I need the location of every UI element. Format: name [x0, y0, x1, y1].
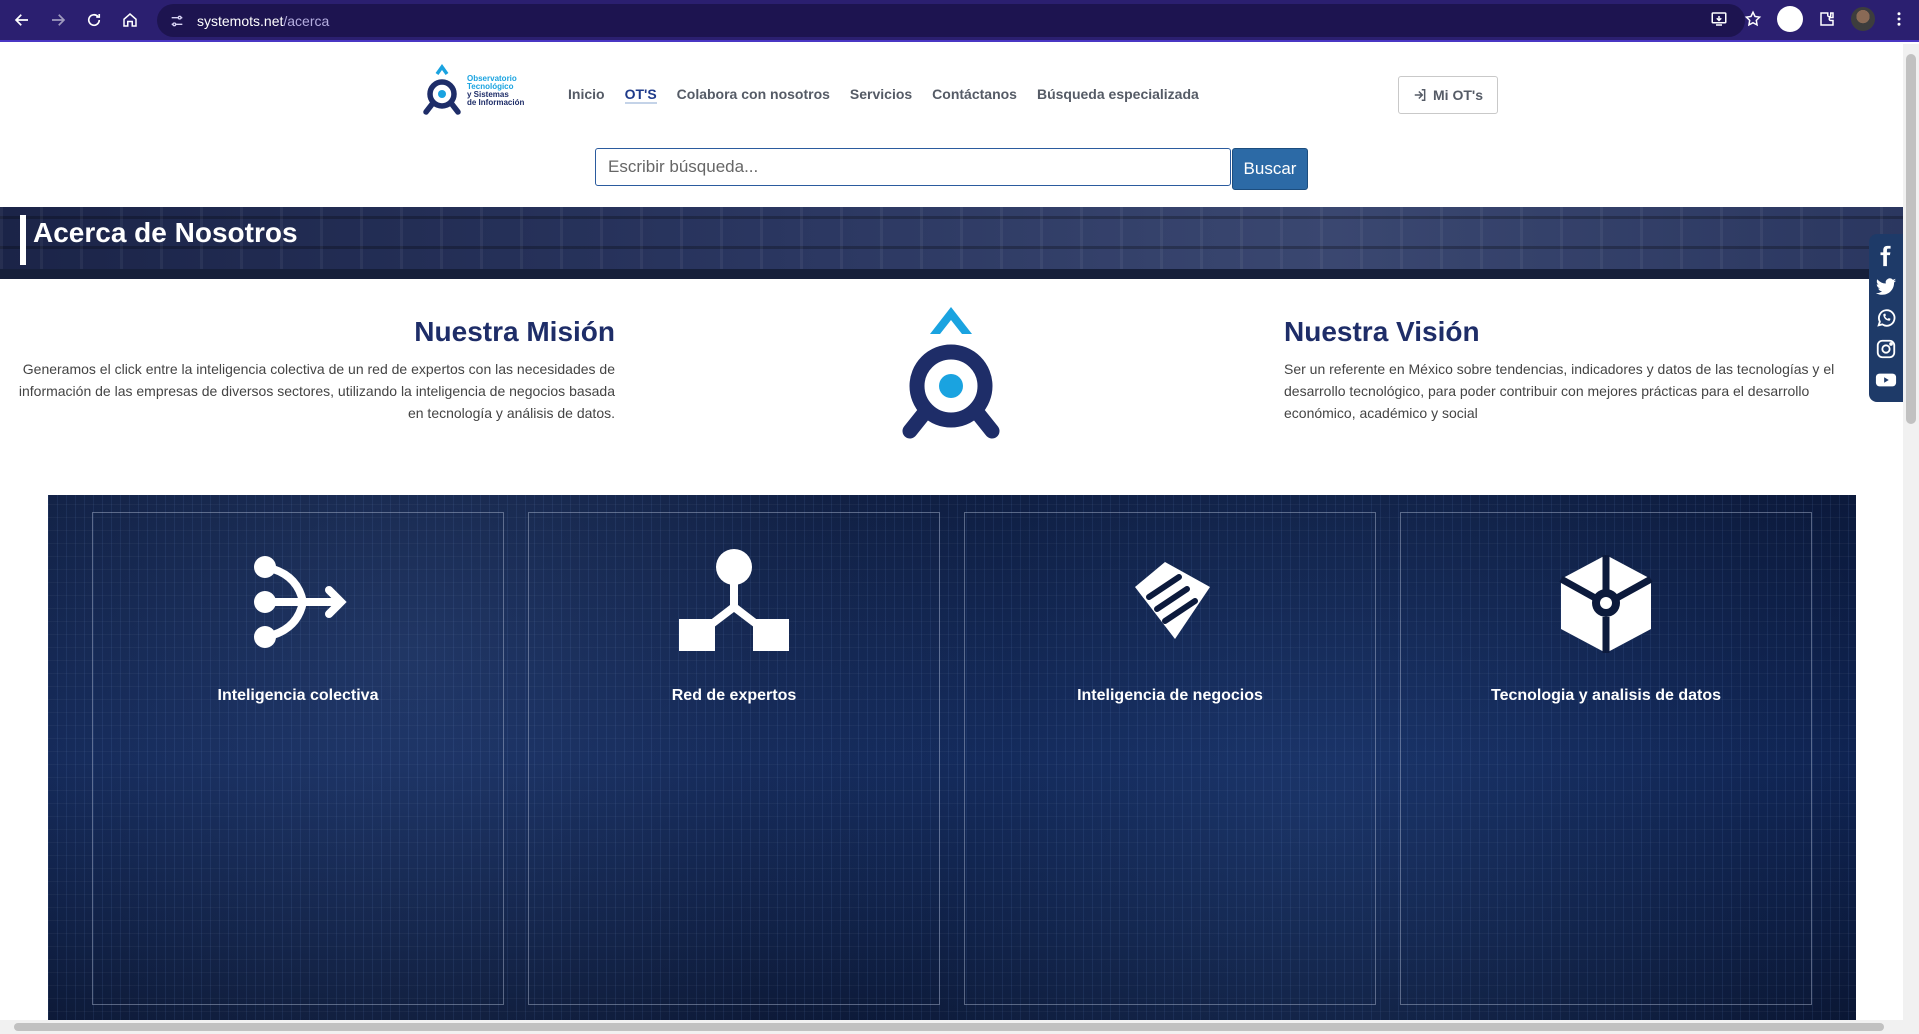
feature-card-inteligencia-de-negocios: Inteligencia de negocios	[964, 512, 1376, 1005]
address-bar[interactable]: systemots.net/acerca	[157, 4, 1745, 37]
feature-card-inteligencia-colectiva: Inteligencia colectiva	[92, 512, 504, 1005]
page-title: Acerca de Nosotros	[33, 217, 298, 248]
reload-icon[interactable]	[76, 2, 112, 38]
vision-title: Nuestra Visión	[1284, 316, 1480, 347]
handshake-icon	[1115, 547, 1225, 657]
site-header: Observatorio Tecnológico y Sistemas de I…	[0, 44, 1903, 214]
banner-accent-bar	[20, 215, 26, 265]
nav-contactanos[interactable]: Contáctanos	[932, 86, 1017, 104]
nav-servicios[interactable]: Servicios	[850, 86, 912, 104]
install-app-icon[interactable]	[1709, 9, 1729, 29]
horizontal-scrollbar[interactable]	[0, 1020, 1919, 1034]
forward-icon[interactable]	[40, 2, 76, 38]
browser-profile-icon[interactable]	[1777, 6, 1803, 32]
vertical-scrollbar[interactable]	[1903, 44, 1919, 1020]
banner-bottom-strip	[0, 269, 1903, 279]
horizontal-scroll-thumb[interactable]	[14, 1023, 1884, 1031]
logo-text: Observatorio Tecnológico y Sistemas de I…	[467, 74, 525, 107]
page-banner: Acerca de Nosotros	[0, 207, 1903, 279]
whatsapp-icon[interactable]	[1874, 306, 1898, 330]
cube-icon	[1551, 547, 1661, 657]
vision-text: Ser un referente en México sobre tendenc…	[1284, 361, 1835, 421]
url-path: /acerca	[283, 12, 330, 29]
feature-label: Inteligencia colectiva	[217, 687, 379, 704]
search-button[interactable]: Buscar	[1232, 148, 1308, 190]
nav-inicio[interactable]: Inicio	[568, 86, 605, 104]
back-icon[interactable]	[4, 2, 40, 38]
feature-card-tecnologia: Tecnologia y analisis de datos	[1400, 512, 1812, 1005]
browser-menu-icon[interactable]	[1889, 9, 1909, 29]
youtube-icon[interactable]	[1874, 368, 1898, 392]
page-viewport: Observatorio Tecnológico y Sistemas de I…	[0, 44, 1903, 1020]
vertical-scroll-thumb[interactable]	[1906, 54, 1916, 424]
extensions-icon[interactable]	[1817, 9, 1837, 29]
feature-label: Tecnologia y analisis de datos	[1491, 687, 1721, 704]
ots-logo-icon	[423, 64, 461, 115]
network-tree-icon	[679, 547, 789, 657]
search-input[interactable]	[595, 148, 1231, 186]
nav-busqueda-especializada[interactable]: Búsqueda especializada	[1037, 86, 1199, 104]
site-settings-icon[interactable]	[169, 13, 185, 29]
nav-colabora[interactable]: Colabora con nosotros	[677, 86, 830, 104]
main-nav: Inicio OT'S Colabora con nosotros Servic…	[568, 86, 1199, 104]
browser-toolbar: systemots.net/acerca	[0, 0, 1919, 42]
mision-title: Nuestra Misión	[414, 316, 615, 347]
mi-ots-label: Mi OT's	[1433, 87, 1483, 103]
mi-ots-button[interactable]: Mi OT's	[1398, 76, 1498, 114]
twitter-icon[interactable]	[1874, 275, 1898, 299]
instagram-icon[interactable]	[1874, 337, 1898, 361]
facebook-icon[interactable]	[1874, 244, 1898, 268]
url-host: systemots.net	[197, 12, 284, 29]
social-sidebar	[1869, 234, 1903, 402]
feature-card-red-de-expertos: Red de expertos	[528, 512, 940, 1005]
user-avatar[interactable]	[1851, 7, 1875, 31]
feature-label: Red de expertos	[671, 687, 797, 704]
login-icon	[1414, 89, 1426, 101]
mision-text: Generamos el click entre la inteligencia…	[18, 361, 615, 421]
site-logo[interactable]: Observatorio Tecnológico y Sistemas de I…	[420, 64, 524, 118]
ots-emblem-icon	[902, 307, 1000, 439]
merge-arrows-icon	[243, 547, 353, 657]
bookmark-star-icon[interactable]	[1743, 9, 1763, 29]
nav-ots[interactable]: OT'S	[624, 86, 657, 104]
home-icon[interactable]	[112, 2, 148, 38]
feature-label: Inteligencia de negocios	[1077, 687, 1263, 704]
features-section: Inteligencia colectiva Red de expertos I…	[48, 495, 1856, 1020]
